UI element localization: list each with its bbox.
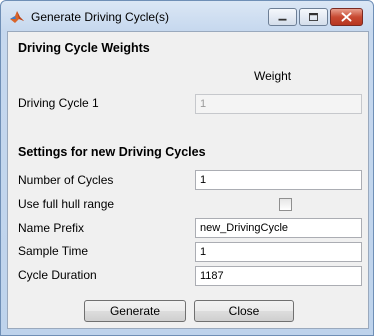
name-prefix-field[interactable]: new_DrivingCycle xyxy=(195,218,362,238)
maximize-button[interactable] xyxy=(299,8,328,26)
weights-section-title: Driving Cycle Weights xyxy=(18,41,150,55)
cycle-duration-label: Cycle Duration xyxy=(18,268,97,282)
generate-button[interactable]: Generate xyxy=(84,300,186,322)
number-of-cycles-label: Number of Cycles xyxy=(18,173,114,187)
matlab-logo-icon xyxy=(9,9,25,25)
use-full-hull-range-label: Use full hull range xyxy=(18,197,115,211)
use-full-hull-range-checkbox[interactable] xyxy=(279,198,292,211)
sample-time-label: Sample Time xyxy=(18,244,89,258)
dialog-window: Generate Driving Cycle(s) Driving Cycle … xyxy=(0,0,374,336)
settings-section-title: Settings for new Driving Cycles xyxy=(18,145,206,159)
sample-time-field[interactable]: 1 xyxy=(195,242,362,262)
name-prefix-label: Name Prefix xyxy=(18,221,85,235)
minimize-button[interactable] xyxy=(268,8,297,26)
number-of-cycles-field[interactable]: 1 xyxy=(195,170,362,190)
maximize-icon xyxy=(309,13,318,21)
weight-column-header: Weight xyxy=(254,69,292,83)
close-icon xyxy=(341,12,352,22)
close-window-button[interactable] xyxy=(330,8,363,26)
minimize-icon xyxy=(278,18,287,21)
title-bar[interactable]: Generate Driving Cycle(s) xyxy=(1,1,373,31)
driving-cycle-1-weight-field[interactable]: 1 xyxy=(195,94,362,114)
close-button[interactable]: Close xyxy=(194,300,294,322)
dialog-body: Driving Cycle Weights Weight Driving Cyc… xyxy=(7,31,369,329)
driving-cycle-1-label: Driving Cycle 1 xyxy=(18,96,99,110)
window-title: Generate Driving Cycle(s) xyxy=(31,10,170,24)
cycle-duration-field[interactable]: 1187 xyxy=(195,266,362,286)
